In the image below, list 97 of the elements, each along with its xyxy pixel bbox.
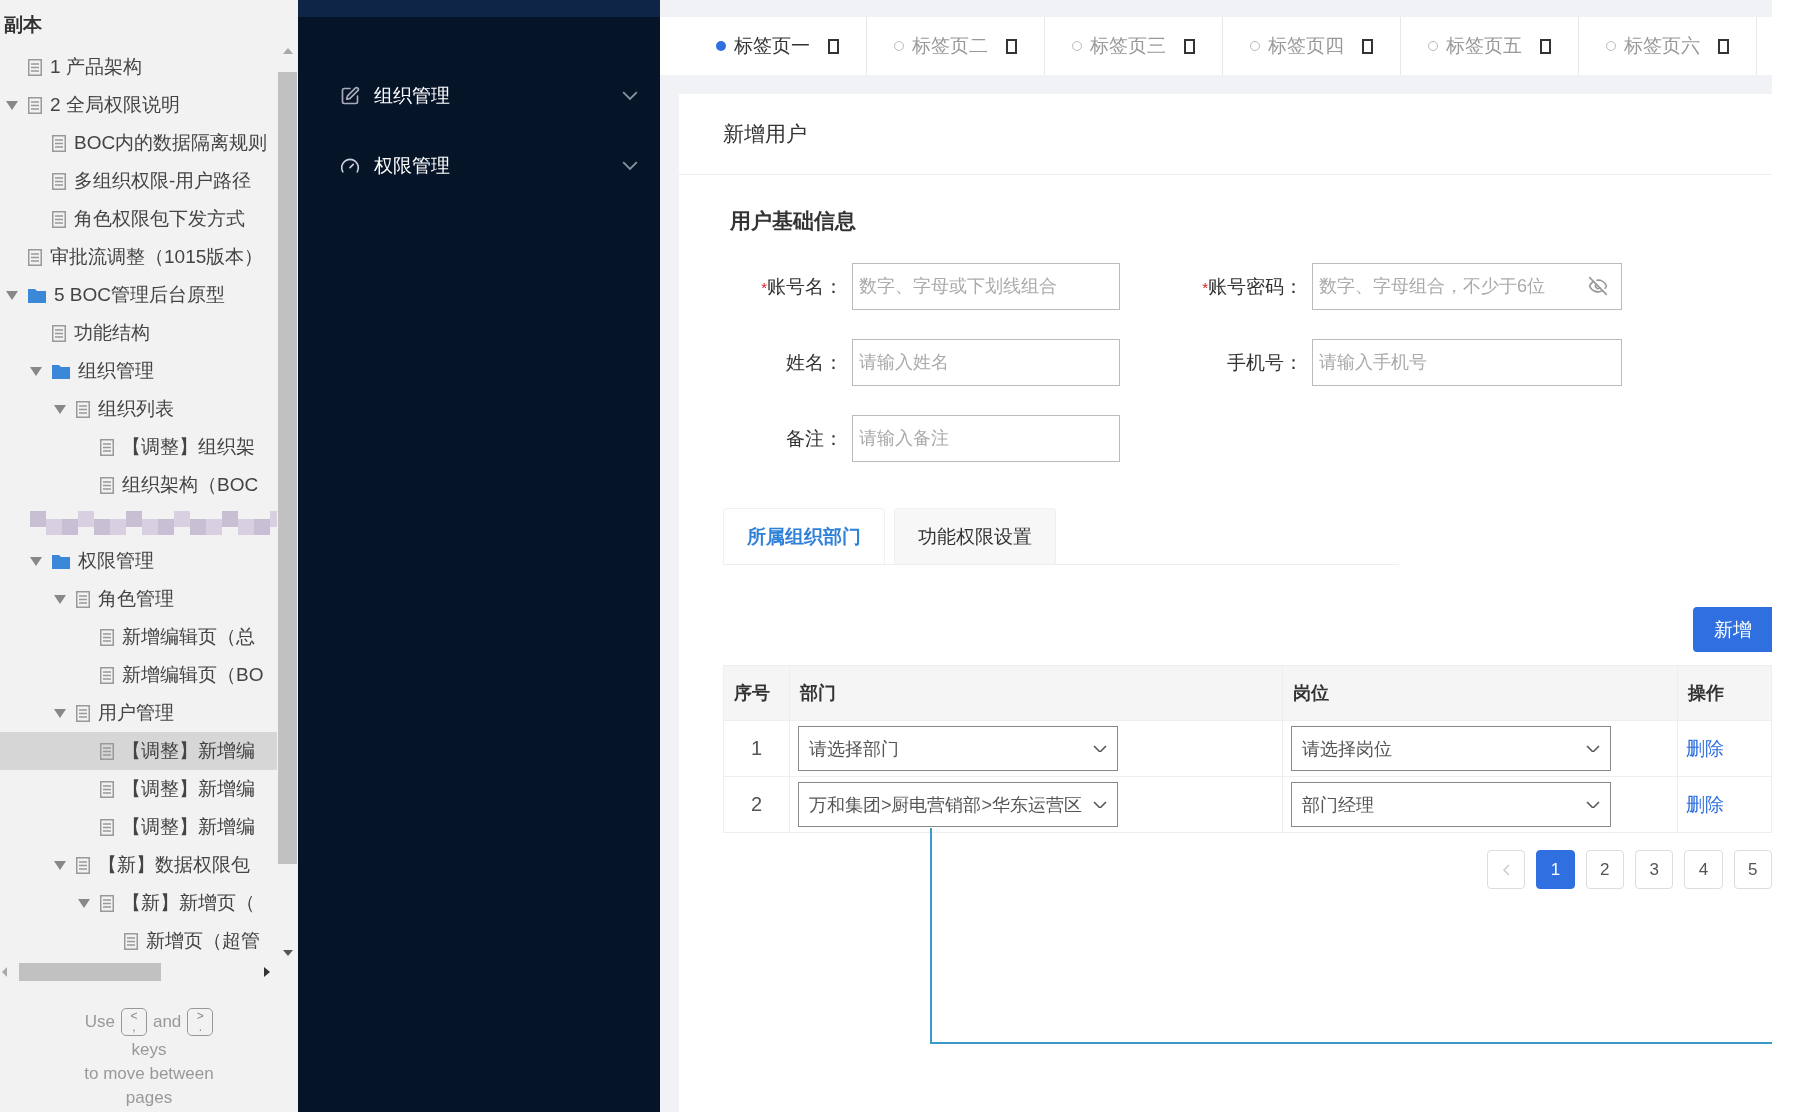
key-cap: < , [120, 1008, 147, 1036]
password-field[interactable]: 数字、字母组合，不少于6位 [1312, 263, 1622, 310]
page-icon [100, 894, 114, 912]
caret-icon[interactable] [54, 708, 66, 718]
page-icon [52, 324, 66, 342]
status-dot [716, 41, 726, 51]
page-button[interactable]: 3 [1635, 850, 1674, 889]
hint-text: to move between [84, 1064, 214, 1084]
folder-icon [28, 287, 46, 303]
page-icon [52, 172, 66, 190]
section-tab[interactable]: 功能权限设置 [894, 508, 1056, 564]
delete-link[interactable]: 删除 [1686, 737, 1725, 759]
card-title: 新增用户 [679, 94, 1772, 175]
page-button[interactable]: 2 [1585, 850, 1624, 889]
table-cell: 2 [723, 776, 790, 833]
column-header: 操作 [1677, 665, 1772, 721]
page-tab[interactable]: 标签页一 [689, 17, 867, 75]
caret-icon[interactable] [30, 366, 42, 376]
folder-icon [52, 363, 70, 379]
table-cell: 1 [723, 720, 790, 777]
hint-text: keys [131, 1040, 167, 1060]
nav-menu-item[interactable]: 权限管理 [298, 131, 660, 201]
delete-link[interactable]: 删除 [1686, 793, 1725, 815]
eye-off-icon[interactable] [1588, 276, 1608, 296]
chevron-icon [1092, 744, 1107, 753]
add-button[interactable]: 新增 [1693, 607, 1772, 652]
field-label: *账号密码： [1201, 274, 1304, 299]
close-icon[interactable] [1540, 38, 1551, 54]
nav-menu-item[interactable]: 组织管理 [298, 61, 660, 131]
hint-text: and [152, 1012, 182, 1032]
caret-icon[interactable] [6, 290, 18, 300]
caret-icon[interactable] [78, 898, 90, 908]
input-field[interactable]: 请输入姓名 [852, 339, 1120, 386]
page-icon [100, 438, 114, 456]
scroll-up-icon[interactable] [282, 48, 293, 54]
field-label: 手机号： [1226, 350, 1304, 375]
page-icon [28, 58, 42, 76]
caret-icon[interactable] [54, 404, 66, 414]
close-icon[interactable] [1184, 38, 1195, 54]
input-field[interactable]: 数字、字母或下划线组合 [852, 263, 1120, 310]
tree-item[interactable]: 【调整】新增编 [0, 732, 277, 770]
column-header: 岗位 [1282, 665, 1678, 721]
document-title: 副本 [3, 13, 43, 37]
page-icon [52, 134, 66, 152]
key-cap: > . [187, 1008, 214, 1036]
column-header: 序号 [723, 665, 790, 721]
page-button[interactable]: 4 [1684, 850, 1723, 889]
page-icon [100, 666, 114, 684]
scroll-right-icon[interactable] [264, 967, 270, 977]
page-icon [124, 932, 138, 950]
page-icon [28, 96, 42, 114]
page-icon [100, 818, 114, 836]
scroll-left-icon[interactable] [2, 967, 7, 977]
edit-icon [340, 86, 360, 106]
caret-icon[interactable] [54, 860, 66, 870]
section-tab[interactable]: 所属组织部门 [723, 508, 885, 564]
scrollbar-thumb[interactable] [19, 963, 161, 981]
hint-text: Use [84, 1012, 115, 1032]
chevron-icon [1586, 744, 1601, 753]
field-label: *账号名： [760, 274, 844, 299]
caret-icon[interactable] [54, 594, 66, 604]
folder-icon [52, 553, 70, 569]
column-header: 部门 [789, 665, 1283, 721]
page-button[interactable]: 1 [1536, 850, 1575, 889]
gauge-icon [340, 156, 360, 176]
department-select[interactable]: 请选择部门 [797, 726, 1118, 771]
section-title: 用户基础信息 [729, 208, 857, 234]
department-select[interactable]: 万和集团>厨电营销部>华东运营区 [797, 782, 1118, 827]
field-label: 备注： [785, 426, 844, 451]
input-field[interactable]: 请输入手机号 [1312, 339, 1622, 386]
page-icon [76, 400, 90, 418]
page-icon [100, 742, 114, 760]
scrollbar-thumb[interactable] [278, 72, 297, 864]
chevron-icon [1092, 800, 1107, 809]
close-icon[interactable] [828, 38, 839, 54]
page-icon [100, 628, 114, 646]
input-field[interactable]: 请输入备注 [852, 415, 1120, 462]
close-icon[interactable] [1362, 38, 1373, 54]
page-button[interactable]: 5 [1733, 850, 1772, 889]
position-select[interactable]: 部门经理 [1291, 782, 1612, 827]
page-icon [76, 590, 90, 608]
page-icon [76, 856, 90, 874]
scroll-down-icon[interactable] [282, 950, 293, 956]
page-icon [100, 476, 114, 494]
chevron-icon [1586, 800, 1601, 809]
field-label: 姓名： [785, 350, 844, 375]
page-icon [100, 780, 114, 798]
hint-text: pages [125, 1088, 173, 1108]
page-icon [52, 210, 66, 228]
close-icon[interactable] [1718, 38, 1729, 54]
page-icon [28, 248, 42, 266]
page-icon [76, 704, 90, 722]
caret-icon[interactable] [6, 100, 18, 110]
caret-icon[interactable] [30, 556, 42, 566]
chevron-left-icon [1502, 863, 1510, 876]
close-icon[interactable] [1006, 38, 1017, 54]
position-select[interactable]: 请选择岗位 [1291, 726, 1612, 771]
